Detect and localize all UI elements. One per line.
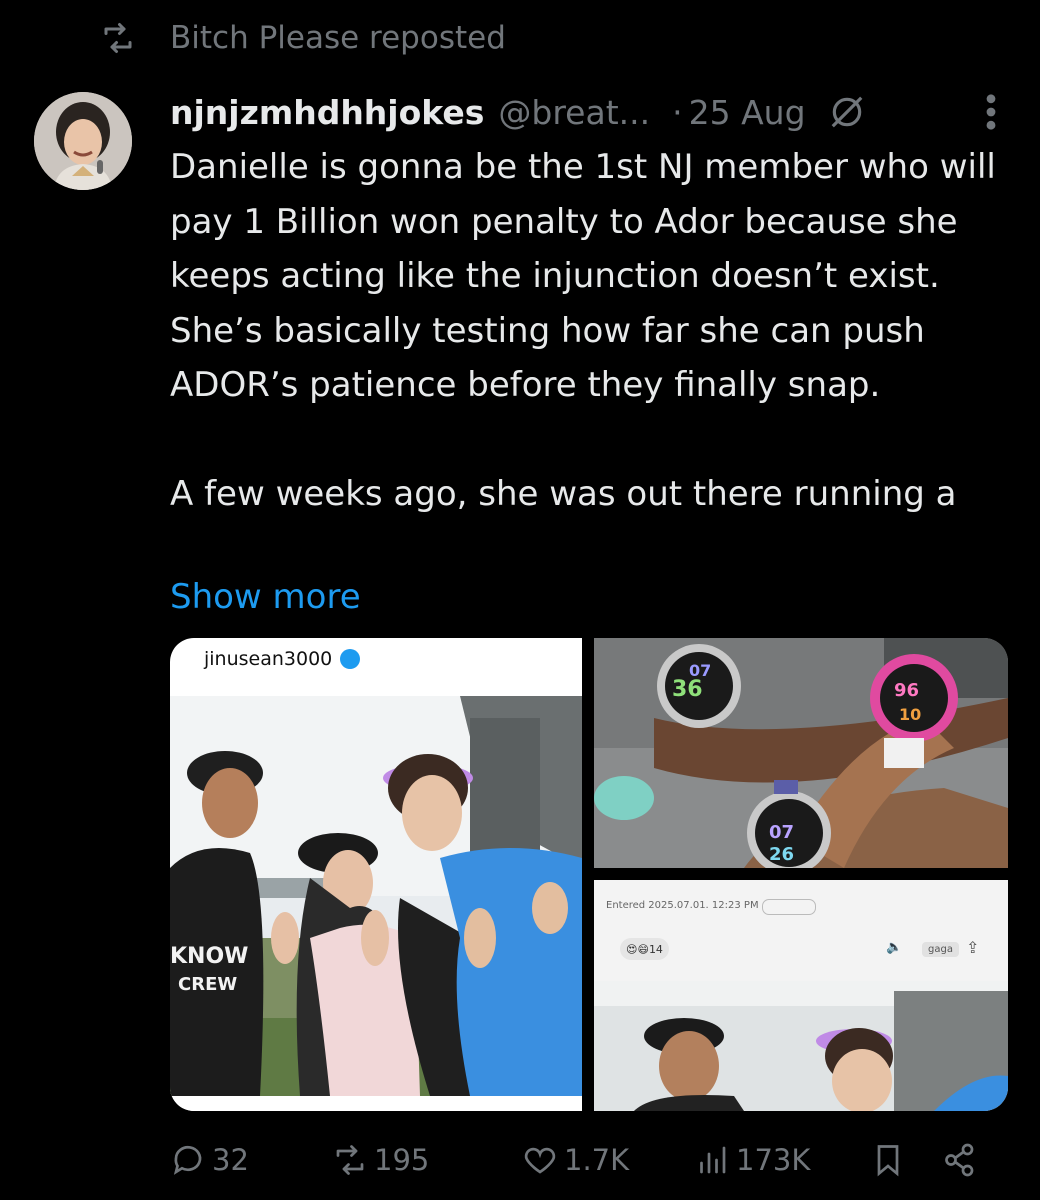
translate-pill	[762, 899, 816, 915]
media-grid: jinusean3000 KNOW CREW 36 07 96 10 07 26…	[170, 638, 1008, 1111]
avatar-image	[34, 92, 132, 190]
selfie-photo: KNOW CREW	[170, 696, 582, 1111]
tweet-header: njnjzmhdhhjokes @breat... · 25 Aug	[170, 86, 1010, 138]
show-more-link[interactable]: Show more	[170, 570, 361, 624]
svg-text:07: 07	[689, 661, 711, 680]
svg-text:CREW: CREW	[178, 974, 237, 995]
reply-icon	[173, 1145, 202, 1175]
screenshot-photo	[594, 981, 1008, 1111]
svg-text:07: 07	[769, 822, 794, 843]
bookmark-button[interactable]	[870, 1134, 912, 1186]
repost-button[interactable]: 195	[332, 1134, 429, 1186]
tweet-text: Danielle is gonna be the 1st NJ member w…	[170, 147, 996, 514]
views-icon	[700, 1146, 726, 1174]
author-handle[interactable]: @breat...	[498, 93, 650, 132]
entered-timestamp: Entered 2025.07.01. 12:23 PM	[606, 900, 759, 911]
svg-text:10: 10	[899, 705, 921, 724]
watches-photo: 36 07 96 10 07 26	[594, 638, 1008, 868]
sound-icon: 🔈	[886, 940, 903, 955]
separator-dot: ·	[672, 92, 683, 132]
svg-text:96: 96	[894, 680, 919, 701]
repost-action-icon	[336, 1145, 364, 1175]
reaction-badge: 😍😄 14	[620, 938, 669, 960]
media-image-selfie[interactable]: jinusean3000 KNOW CREW	[170, 638, 582, 1111]
repost-indicator: Bitch Please reposted	[96, 18, 506, 58]
tweet-date[interactable]: 25 Aug	[689, 93, 806, 132]
audio-label: gaga	[922, 942, 959, 957]
svg-text:26: 26	[769, 844, 794, 865]
share-icon	[945, 1143, 974, 1177]
views-button[interactable]: 173K	[694, 1134, 810, 1186]
repost-label[interactable]: Bitch Please reposted	[170, 20, 506, 56]
heart-icon	[524, 1147, 556, 1174]
bookmark-icon	[877, 1145, 899, 1177]
reply-count: 32	[212, 1143, 249, 1177]
more-options-icon[interactable]	[976, 90, 1006, 134]
share-button[interactable]	[942, 1134, 984, 1186]
views-count: 173K	[736, 1143, 811, 1177]
emoji-icon: 😍😄	[626, 942, 649, 956]
repost-count: 195	[374, 1143, 430, 1177]
author-avatar[interactable]	[34, 92, 132, 190]
share-icon: ⇪	[966, 938, 980, 957]
like-button[interactable]: 1.7K	[522, 1134, 629, 1186]
like-count: 1.7K	[564, 1143, 630, 1177]
grok-icon[interactable]	[828, 93, 866, 131]
media-image-watches[interactable]: 36 07 96 10 07 26	[594, 638, 1008, 868]
reaction-count: 14	[648, 942, 663, 956]
reply-button[interactable]: 32	[170, 1134, 249, 1186]
shirt-text: KNOW	[170, 944, 248, 969]
repost-icon	[104, 23, 132, 53]
tweet-actions: 32 195 1.7K 173K	[170, 1134, 1020, 1186]
svg-text:36: 36	[672, 677, 703, 702]
author-name[interactable]: njnjzmhdhhjokes	[170, 93, 484, 132]
media-image-screenshot[interactable]: Entered 2025.07.01. 12:23 PM 😍😄 14 🔈 gag…	[594, 880, 1008, 1111]
